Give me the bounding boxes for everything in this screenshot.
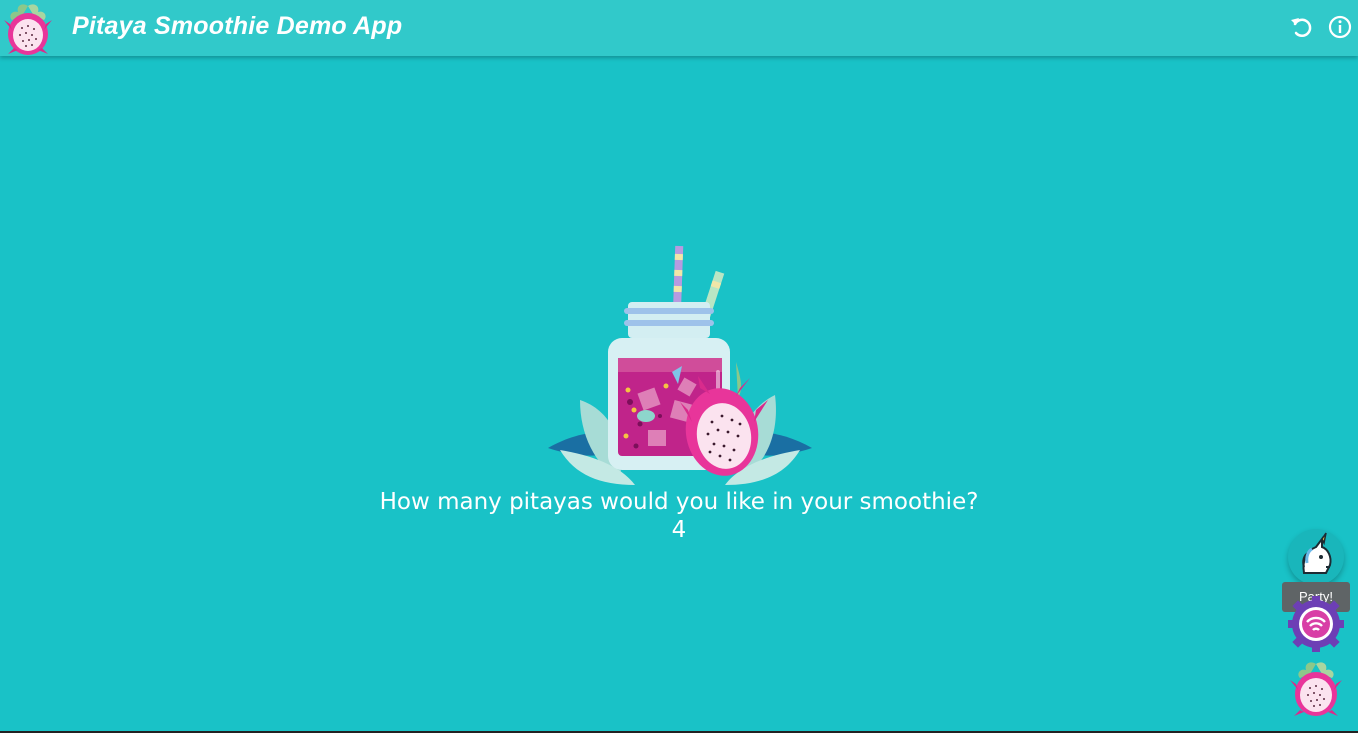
unicorn-icon: [1302, 532, 1332, 574]
pitaya-logo-icon: [4, 4, 52, 55]
smoothie-illustration: [548, 245, 812, 485]
app-header: Pitaya Smoothie Demo App: [0, 0, 1358, 56]
answer-value: 4: [671, 517, 687, 543]
info-icon[interactable]: [1327, 14, 1353, 40]
app-title: Pitaya Smoothie Demo App: [72, 12, 403, 40]
reset-icon[interactable]: [1288, 14, 1314, 40]
pitaya-icon: [1290, 662, 1342, 716]
gear-icon: [1288, 596, 1344, 652]
settings-button[interactable]: [1288, 596, 1344, 652]
question-text: How many pitayas would you like in your …: [379, 489, 979, 515]
pitaya-button[interactable]: [1290, 660, 1342, 718]
party-button[interactable]: [1288, 529, 1344, 585]
